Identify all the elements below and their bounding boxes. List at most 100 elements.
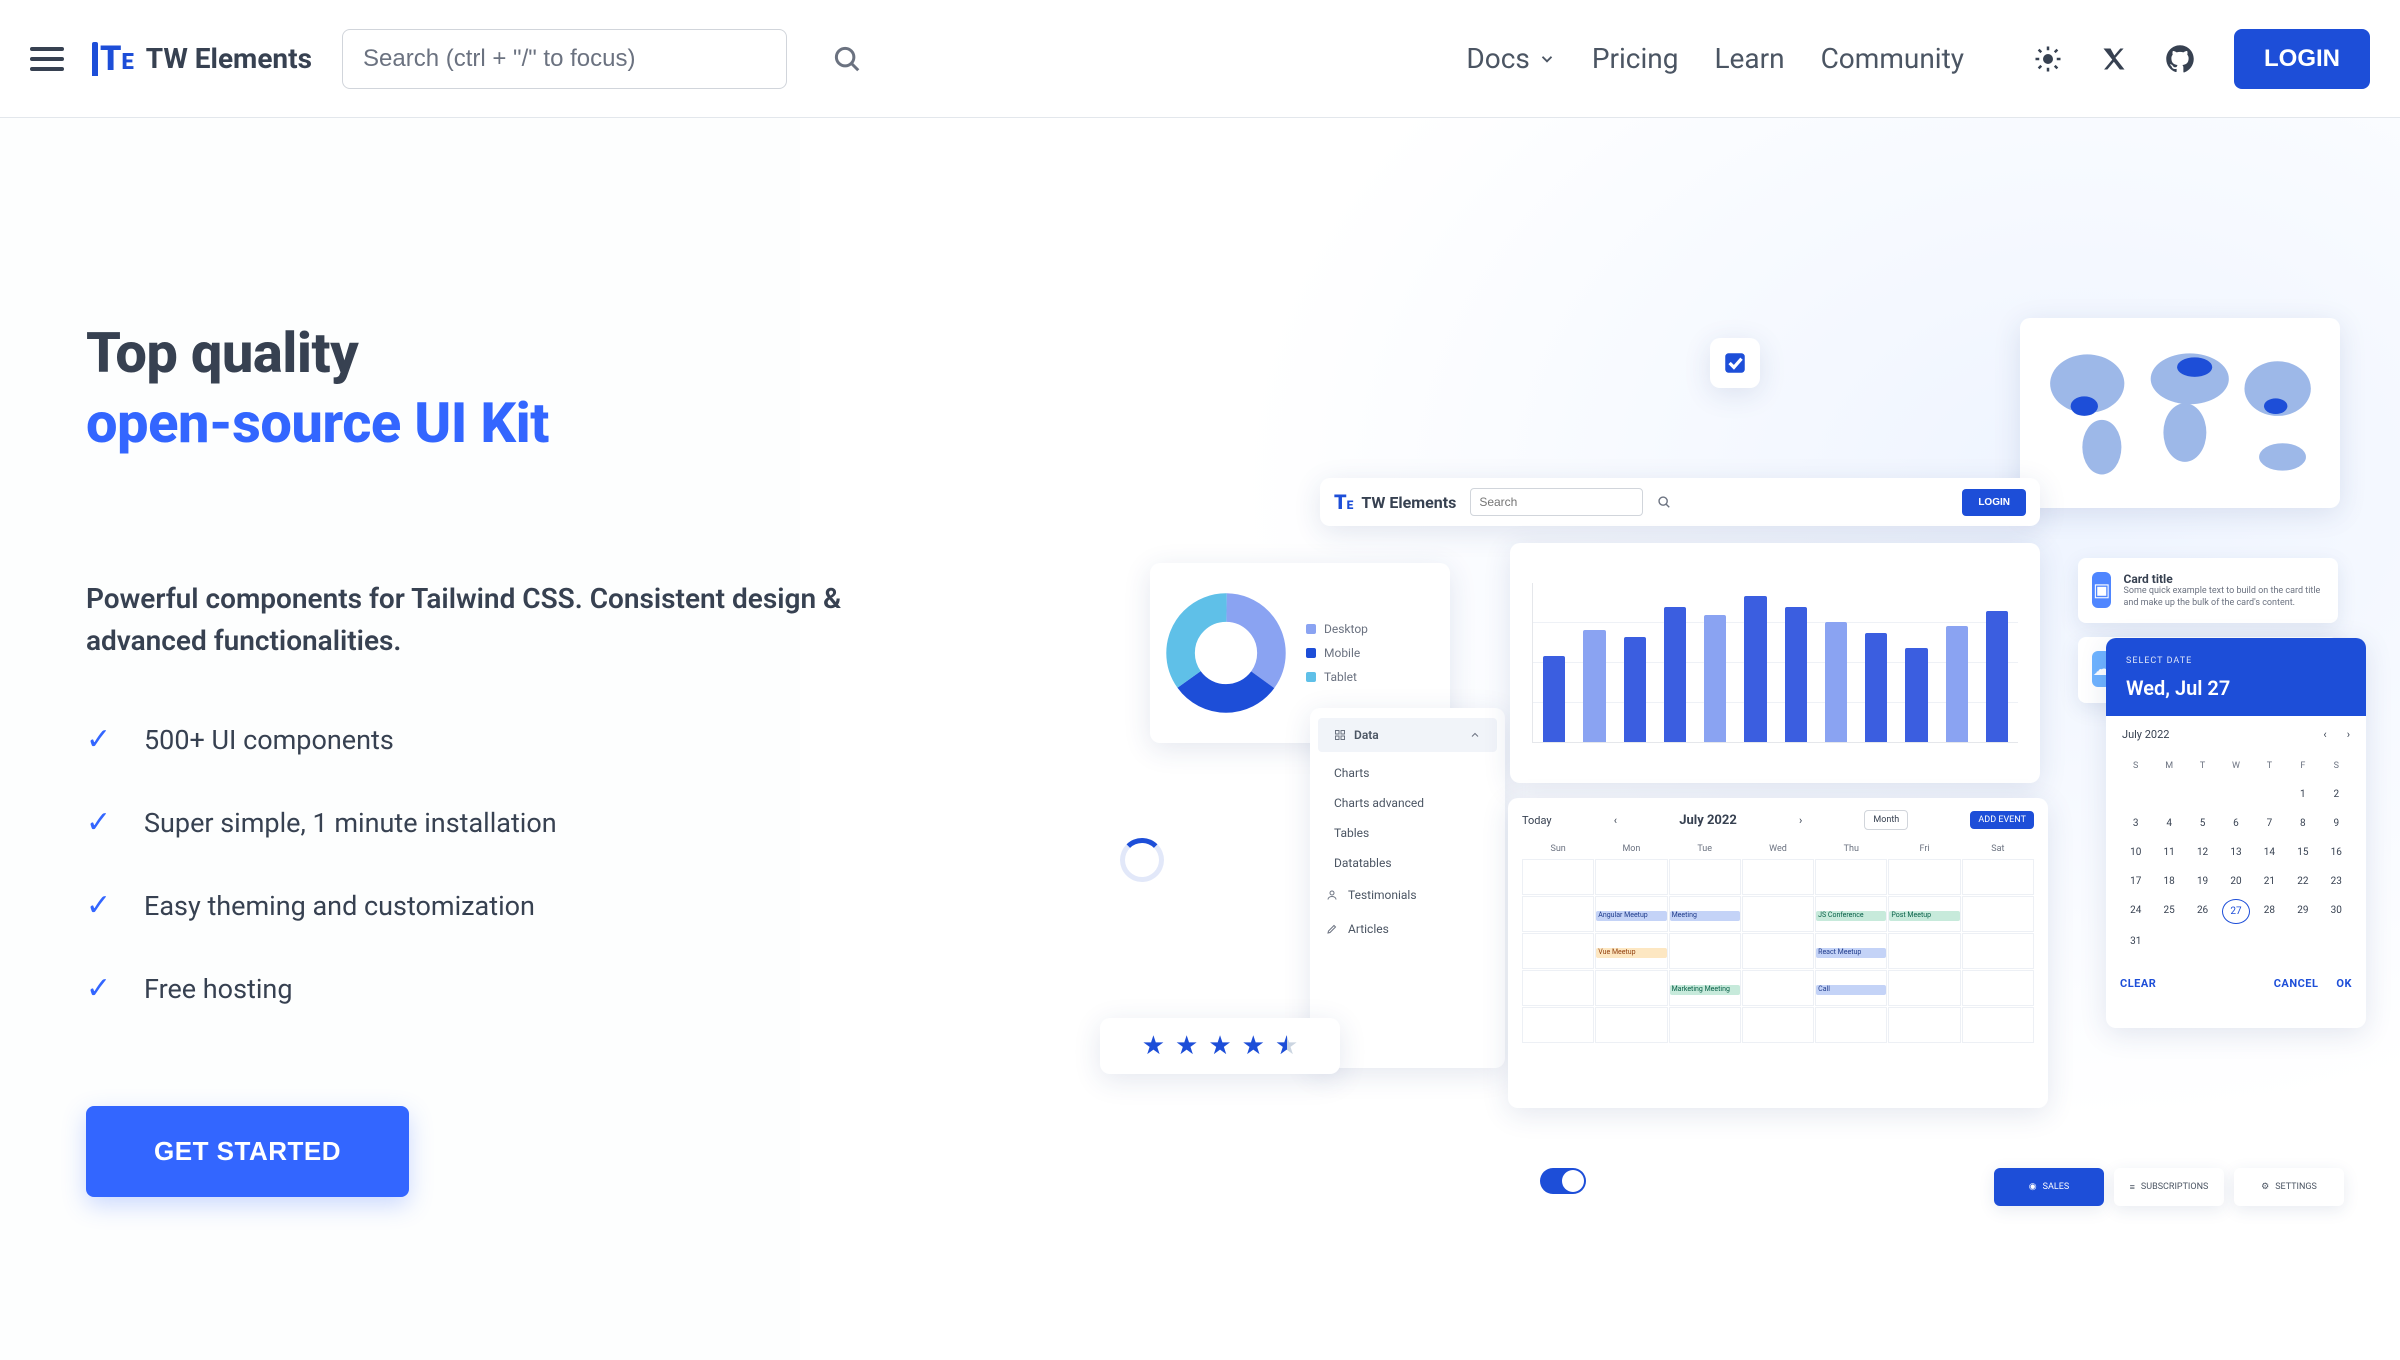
calendar-cell[interactable]: [1669, 1007, 1741, 1043]
github-icon[interactable]: [2162, 41, 2198, 77]
calendar-cell[interactable]: [1888, 1007, 1960, 1043]
sidebar-item[interactable]: Tables: [1310, 818, 1505, 848]
x-twitter-icon[interactable]: [2096, 41, 2132, 77]
login-button[interactable]: LOGIN: [2234, 29, 2370, 89]
sidebar-section-testimonials[interactable]: Testimonials: [1310, 878, 1505, 912]
datepicker-day[interactable]: 24: [2122, 899, 2149, 924]
pill-settings[interactable]: ⚙SETTINGS: [2234, 1168, 2344, 1206]
sidebar-section-articles[interactable]: Articles: [1310, 912, 1505, 946]
calendar-cell[interactable]: [1742, 1007, 1814, 1043]
datepicker-day[interactable]: 2: [2323, 783, 2350, 806]
datepicker-day[interactable]: 18: [2155, 870, 2182, 893]
calendar-cell[interactable]: [1962, 970, 2034, 1006]
datepicker-day[interactable]: 23: [2323, 870, 2350, 893]
calendar-cell[interactable]: Post Meetup: [1888, 896, 1960, 932]
calendar-cell[interactable]: [1815, 1007, 1887, 1043]
datepicker-day[interactable]: 17: [2122, 870, 2149, 893]
calendar-cell[interactable]: [1669, 859, 1741, 895]
calendar-cell[interactable]: [1522, 1007, 1594, 1043]
datepicker-day[interactable]: 11: [2155, 841, 2182, 864]
datepicker-day[interactable]: 29: [2289, 899, 2316, 924]
calendar-add-event-button[interactable]: ADD EVENT: [1970, 811, 2034, 829]
calendar-cell[interactable]: [1742, 933, 1814, 969]
datepicker-day[interactable]: 16: [2323, 841, 2350, 864]
info-card[interactable]: ▣ Card title Some quick example text to …: [2078, 558, 2338, 623]
nav-community[interactable]: Community: [1821, 42, 1964, 75]
datepicker-day[interactable]: 14: [2256, 841, 2283, 864]
calendar-cell[interactable]: [1522, 970, 1594, 1006]
datepicker-day[interactable]: 13: [2222, 841, 2249, 864]
datepicker-next-icon[interactable]: ›: [2347, 728, 2350, 741]
datepicker-day[interactable]: 8: [2289, 812, 2316, 835]
calendar-view-select[interactable]: Month: [1864, 810, 1908, 830]
checkbox-chip[interactable]: [1710, 338, 1760, 388]
calendar-cell[interactable]: [1888, 970, 1960, 1006]
calendar-cell[interactable]: [1522, 933, 1594, 969]
sidebar-item[interactable]: Datatables: [1310, 848, 1505, 878]
nav-docs[interactable]: Docs: [1466, 42, 1555, 75]
datepicker-day[interactable]: 1: [2289, 783, 2316, 806]
calendar-cell[interactable]: [1815, 859, 1887, 895]
calendar-cell[interactable]: [1742, 859, 1814, 895]
calendar-cell[interactable]: [1595, 970, 1667, 1006]
calendar-cell[interactable]: [1522, 859, 1594, 895]
datepicker-day[interactable]: 9: [2323, 812, 2350, 835]
calendar-prev-icon[interactable]: ‹: [1614, 814, 1617, 827]
datepicker-day[interactable]: 3: [2122, 812, 2149, 835]
datepicker-day[interactable]: 7: [2256, 812, 2283, 835]
datepicker-clear-button[interactable]: CLEAR: [2120, 977, 2156, 990]
nav-learn[interactable]: Learn: [1714, 42, 1784, 75]
datepicker-day[interactable]: 12: [2189, 841, 2216, 864]
sidebar-item[interactable]: Charts: [1310, 758, 1505, 788]
datepicker-day[interactable]: 10: [2122, 841, 2149, 864]
mini-login-button[interactable]: LOGIN: [1962, 489, 2026, 516]
calendar-cell[interactable]: Angular Meetup: [1595, 896, 1667, 932]
datepicker-day[interactable]: 6: [2222, 812, 2249, 835]
datepicker-day[interactable]: 25: [2155, 899, 2182, 924]
mini-search-icon[interactable]: [1657, 495, 1671, 509]
calendar-cell[interactable]: JS Conference: [1815, 896, 1887, 932]
calendar-cell[interactable]: React Meetup: [1815, 933, 1887, 969]
calendar-cell[interactable]: [1962, 933, 2034, 969]
datepicker-day[interactable]: 20: [2222, 870, 2249, 893]
pill-subscriptions[interactable]: ≡SUBSCRIPTIONS: [2114, 1168, 2224, 1206]
calendar-cell[interactable]: [1595, 1007, 1667, 1043]
nav-pricing[interactable]: Pricing: [1592, 42, 1679, 75]
datepicker-day[interactable]: 28: [2256, 899, 2283, 924]
pill-sales[interactable]: ◉SALES: [1994, 1168, 2104, 1206]
search-icon[interactable]: [827, 39, 867, 79]
datepicker-day[interactable]: 4: [2155, 812, 2182, 835]
star-rating[interactable]: ★ ★ ★ ★ ★ ★: [1100, 1018, 1340, 1074]
datepicker-day[interactable]: 21: [2256, 870, 2283, 893]
brand-logo[interactable]: TE TW Elements: [100, 39, 312, 79]
datepicker-prev-icon[interactable]: ‹: [2323, 728, 2326, 741]
calendar-cell[interactable]: [1888, 933, 1960, 969]
calendar-next-icon[interactable]: ›: [1799, 814, 1802, 827]
datepicker-day[interactable]: 30: [2323, 899, 2350, 924]
calendar-cell[interactable]: [1962, 896, 2034, 932]
calendar-cell[interactable]: Vue Meetup: [1595, 933, 1667, 969]
sidebar-item[interactable]: Charts advanced: [1310, 788, 1505, 818]
calendar-cell[interactable]: Call: [1815, 970, 1887, 1006]
calendar-cell[interactable]: [1888, 859, 1960, 895]
toggle-switch[interactable]: [1540, 1168, 1586, 1194]
datepicker-day[interactable]: 27: [2222, 899, 2249, 924]
calendar-cell[interactable]: [1742, 896, 1814, 932]
datepicker-day[interactable]: 19: [2189, 870, 2216, 893]
calendar-cell[interactable]: [1595, 859, 1667, 895]
datepicker-day[interactable]: 5: [2189, 812, 2216, 835]
datepicker-day[interactable]: 31: [2122, 930, 2149, 953]
sidebar-head-data[interactable]: Data: [1318, 718, 1497, 752]
datepicker-month-label[interactable]: July 2022: [2122, 728, 2169, 741]
datepicker-day[interactable]: 26: [2189, 899, 2216, 924]
calendar-cell[interactable]: Meeting: [1669, 896, 1741, 932]
datepicker-day[interactable]: 15: [2289, 841, 2316, 864]
calendar-cell[interactable]: [1669, 933, 1741, 969]
theme-toggle-icon[interactable]: [2030, 41, 2066, 77]
datepicker-cancel-button[interactable]: CANCEL: [2274, 977, 2319, 990]
calendar-cell[interactable]: [1522, 896, 1594, 932]
search-input[interactable]: [342, 29, 787, 89]
datepicker-ok-button[interactable]: OK: [2336, 977, 2352, 990]
menu-toggle-icon[interactable]: [30, 47, 70, 71]
calendar-today-btn[interactable]: Today: [1522, 814, 1552, 827]
